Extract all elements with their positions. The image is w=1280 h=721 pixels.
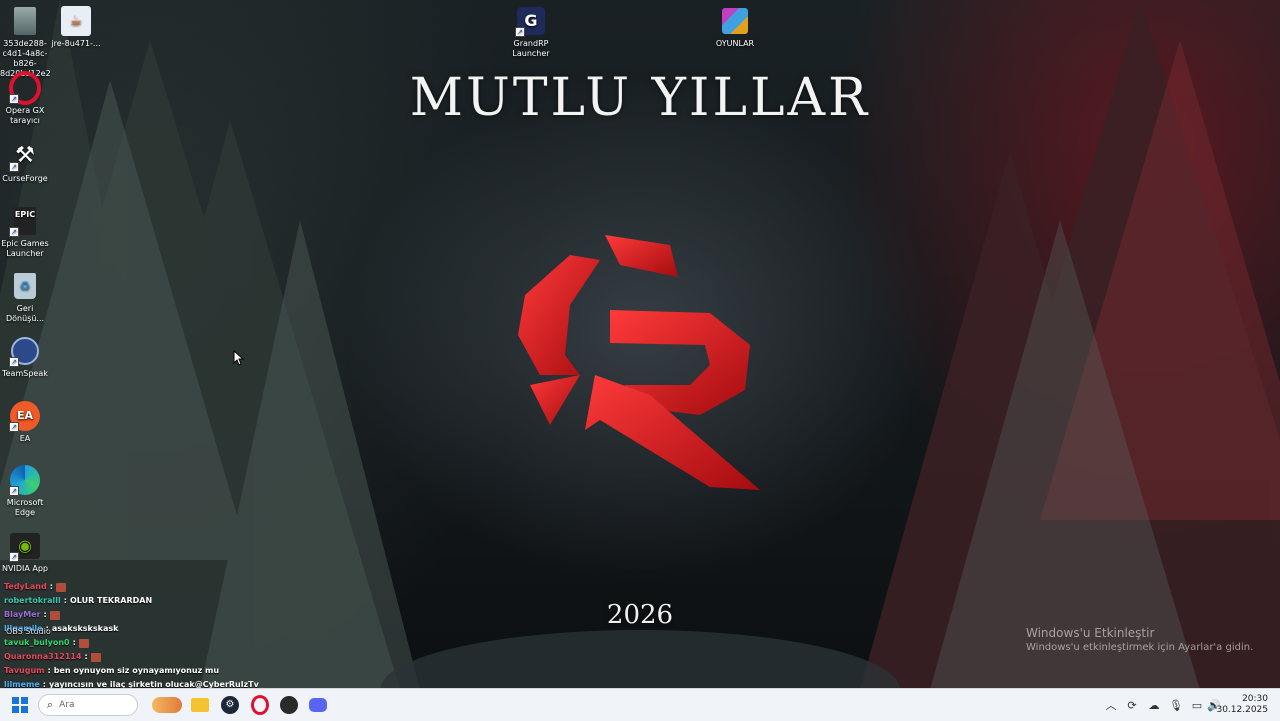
desktop-icon-edge[interactable]: ↗ Microsoft Edge [0,464,50,518]
desktop-icon-ea[interactable]: EA ↗ EA [0,400,50,444]
tray-onedrive[interactable]: ☁ [1146,697,1162,713]
grandrp-icon: G ↗ [515,5,547,37]
chat-message: lilmeme: yayıncısın ve ilaç şirketin oluc… [4,680,259,688]
chat-message: TedyLand: [4,580,264,594]
activation-watermark: Windows'u Etkinleştir Windows'u etkinleş… [1026,626,1253,653]
clock-date: 30.12.2025 [1216,705,1268,715]
chevron-up-icon: ︿ [1105,699,1117,712]
tray-network-sync[interactable]: ⟳ [1124,697,1140,713]
tray-microphone[interactable]: 🎙 [1168,697,1184,713]
taskbar-discord[interactable] [306,693,330,717]
display-icon: ▭ [1191,698,1203,712]
desktop-icon-label: TeamSpeak [2,369,48,378]
obs-desktop-label: OBS Studio [6,627,51,636]
epic-games-icon: EPIC ↗ [9,205,41,237]
desktop-icon-java[interactable]: ☕ jre-8u471-... [51,5,101,49]
network-sync-icon: ⟳ [1127,698,1137,712]
desktop-icon-grandrp[interactable]: G ↗ GrandRP Launcher [506,5,556,59]
desktop-icon-label: GrandRP Launcher [512,39,550,58]
ea-icon: EA ↗ [9,400,41,432]
tray-display[interactable]: ▭ [1189,697,1205,713]
shortcut-arrow-icon: ↗ [9,486,19,496]
opera-gx-icon [251,695,269,715]
desktop-icon-label: OYUNLAR [715,39,755,48]
taskbar-obs[interactable] [277,693,301,717]
widgets-button[interactable] [152,693,182,717]
taskbar-clock[interactable]: 20:30 30.12.2025 [1216,694,1268,716]
activation-title: Windows'u Etkinleştir [1026,626,1155,640]
search-icon: ⌕ [47,698,54,711]
chat-message: tavuk_bulyon0: [4,636,264,650]
desktop-icon-opera-gx[interactable]: ↗ Opera GX tarayıcı [0,71,50,126]
curseforge-icon: ⚒ ↗ [9,140,41,172]
shortcut-arrow-icon: ↗ [9,357,19,367]
shortcut-arrow-icon: ↗ [9,552,19,562]
desktop-icon-nvidia[interactable]: ◉ ↗ NVIDIA App [0,530,50,574]
file-icon [9,5,41,37]
mouse-cursor-icon [233,350,245,366]
desktop-icon-epic-games[interactable]: EPIC ↗ Epic Games Launcher [0,205,50,259]
shortcut-arrow-icon: ↗ [9,162,19,172]
show-hidden-icons-button[interactable]: ︿ [1103,697,1119,713]
chat-message: BlayMer: [4,608,264,622]
activation-subtitle: Windows'u etkinleştirmek için Ayarlar'a … [1026,642,1254,653]
desktop-icon-label: EA [19,434,31,443]
desktop-icon-teamspeak[interactable]: ↗ TeamSpeak [0,335,50,379]
desktop-icon-label: NVIDIA App [2,564,48,573]
shortcut-arrow-icon: ↗ [9,94,19,104]
desktop-icon-oyunlar[interactable]: OYUNLAR [710,5,760,49]
start-button[interactable] [8,693,32,717]
nvidia-icon: ◉ ↗ [9,530,41,562]
desktop-icon-file[interactable]: 353de288-c4d1-4a8c-b826-8d20bd12e2 [0,5,51,79]
taskbar-steam[interactable]: ⚙ [218,693,242,717]
chat-message: Tavugum: ben oynuyom siz oynayamıyonuz mu [4,666,220,675]
microphone-icon: 🎙 [1169,698,1183,712]
teamspeak-icon: ↗ [9,335,41,367]
desktop-icon-label: Epic Games Launcher [1,239,49,258]
chat-message: Quaronna312114: [4,650,264,664]
onedrive-icon: ☁ [1148,698,1160,712]
java-installer-icon: ☕ [60,5,92,37]
wallpaper-title: MUTLU YILLAR [409,68,871,128]
clock-time: 20:30 [1242,694,1268,704]
recycle-bin-icon: ♻ [9,270,41,302]
grandrp-logo [518,235,760,490]
desktop-icon-label: jre-8u471-... [51,39,101,48]
desktop-icon-label: Geri Dönüşü... [5,304,45,323]
edge-icon: ↗ [9,464,41,496]
taskbar-search[interactable]: ⌕ Ara [38,694,138,716]
shortcut-arrow-icon: ↗ [515,27,525,37]
start-icon [12,697,28,713]
opera-gx-icon: ↗ [9,71,41,105]
shortcut-arrow-icon: ↗ [9,422,19,432]
desktop-icon-curseforge[interactable]: ⚒ ↗ CurseForge [0,140,50,184]
steam-icon: ⚙ [221,696,239,714]
file-explorer-icon [191,698,209,712]
desktop-icon-label: CurseForge [2,174,48,183]
taskbar-opera-gx[interactable] [248,693,272,717]
chat-message: robertokralll: OLUR TEKRARDAN [4,596,153,605]
search-placeholder: Ara [59,700,75,710]
winrar-archive-icon [719,5,751,37]
desktop-icon-recycle-bin[interactable]: ♻ Geri Dönüşü... [0,270,50,324]
shortcut-arrow-icon: ↗ [9,227,19,237]
widget-icon [152,697,182,713]
taskbar-file-explorer[interactable] [188,693,212,717]
discord-icon [309,698,327,712]
taskbar: ⌕ Ara ⚙ ︿ ⟳ ☁ 🎙 ▭ 🔊 20:30 30.12.2025 [0,688,1280,721]
desktop-icon-label: Microsoft Edge [6,498,44,517]
obs-icon [280,696,298,714]
desktop[interactable]: MUTLU YILLAR 2026 353de288-c4d1-4a8c-b82… [0,0,1280,688]
desktop-icon-label: Opera GX tarayıcı [5,106,45,125]
